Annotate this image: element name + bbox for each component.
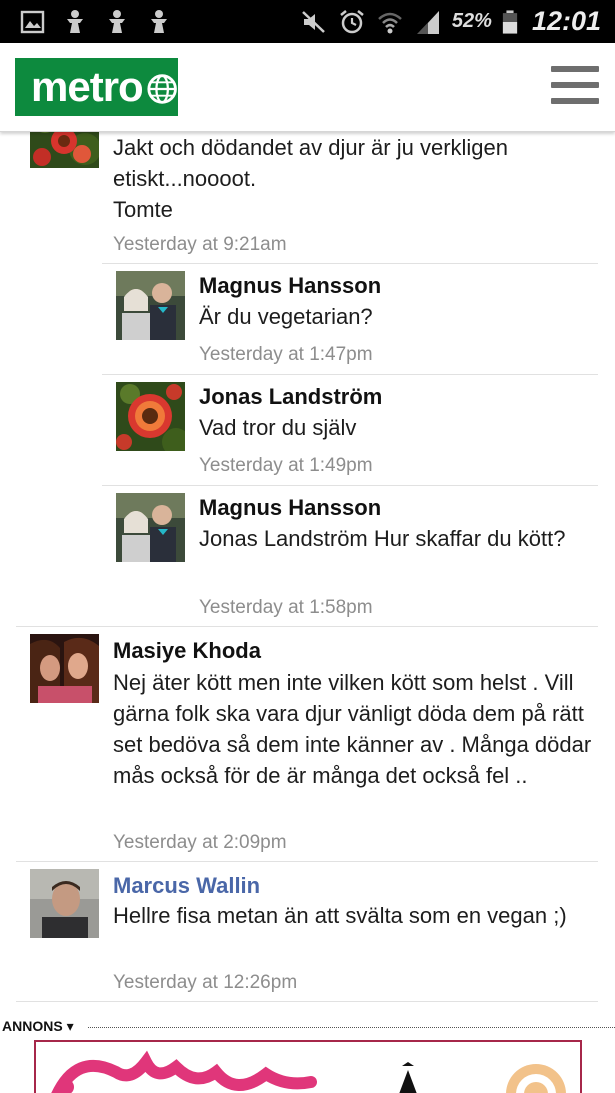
- comment-text: Vad tror du själv: [199, 415, 357, 440]
- figure-icon: [67, 10, 83, 33]
- comment-text: Nej äter kött men inte vilken kött som h…: [113, 670, 592, 788]
- comment-text: Hellre fisa metan än att svälta som en v…: [113, 903, 567, 928]
- comment-text: Jakt och dödandet av djur är ju verklige…: [113, 135, 509, 222]
- divider: [16, 626, 598, 627]
- couple-avatar[interactable]: [116, 493, 185, 562]
- comment-author[interactable]: Magnus Hansson: [199, 273, 381, 299]
- status-right-icons: 52% 12:01: [300, 6, 601, 37]
- ad-arrow-icon: ▾: [66, 1018, 74, 1034]
- comment-text: Jonas Landström Hur skaffar du kött?: [199, 526, 566, 551]
- status-clock: 12:01: [531, 6, 601, 36]
- divider: [16, 861, 598, 862]
- divider: [102, 263, 598, 264]
- figure-icon: [109, 10, 125, 33]
- couple-avatar[interactable]: [116, 271, 185, 340]
- wifi-icon: [378, 12, 402, 33]
- mute-icon: [302, 10, 325, 33]
- comment-author-link[interactable]: Marcus Wallin: [113, 873, 260, 899]
- figure-icon: [151, 10, 167, 33]
- gallery-icon: [20, 10, 45, 34]
- comment-timestamp[interactable]: Yesterday at 2:09pm: [113, 832, 287, 854]
- hamburger-menu-icon[interactable]: [551, 66, 599, 106]
- site-header: metro: [0, 43, 615, 132]
- globe-icon: [147, 74, 177, 104]
- divider: [102, 374, 598, 375]
- status-left-icons: [20, 9, 172, 35]
- comment-timestamp[interactable]: Yesterday at 12:26pm: [113, 972, 297, 994]
- comment-timestamp[interactable]: Yesterday at 1:47pm: [199, 344, 373, 366]
- comment-author[interactable]: Masiye Khoda: [113, 638, 261, 664]
- ad-label-row: ANNONS ▾: [0, 1018, 615, 1036]
- battery-percent: 52%: [451, 10, 492, 32]
- man-avatar[interactable]: [30, 869, 99, 938]
- comment-author[interactable]: Magnus Hansson: [199, 495, 381, 521]
- page: 52% 12:01 metro Jakt och dödandet av dju…: [0, 0, 615, 1093]
- status-bar: 52% 12:01: [0, 0, 615, 43]
- logo-text: metro: [31, 63, 144, 110]
- metro-logo[interactable]: metro: [15, 58, 178, 116]
- comment-timestamp[interactable]: Yesterday at 1:49pm: [199, 455, 373, 477]
- ad-label: ANNONS ▾: [2, 1018, 74, 1034]
- ad-dotted-line: [88, 1027, 615, 1028]
- divider: [16, 1001, 598, 1002]
- ad-banner[interactable]: [34, 1040, 582, 1093]
- comment-author[interactable]: Jonas Landström: [199, 384, 382, 410]
- two-women-avatar[interactable]: [30, 634, 99, 703]
- flower-avatar[interactable]: [116, 382, 185, 451]
- alarm-icon: [340, 9, 364, 33]
- divider: [102, 485, 598, 486]
- comment-timestamp[interactable]: Yesterday at 9:21am: [113, 234, 287, 256]
- comment-timestamp[interactable]: Yesterday at 1:58pm: [199, 597, 373, 619]
- signal-icon: [416, 10, 439, 34]
- comment-text: Är du vegetarian?: [199, 304, 373, 329]
- battery-icon: [502, 9, 518, 34]
